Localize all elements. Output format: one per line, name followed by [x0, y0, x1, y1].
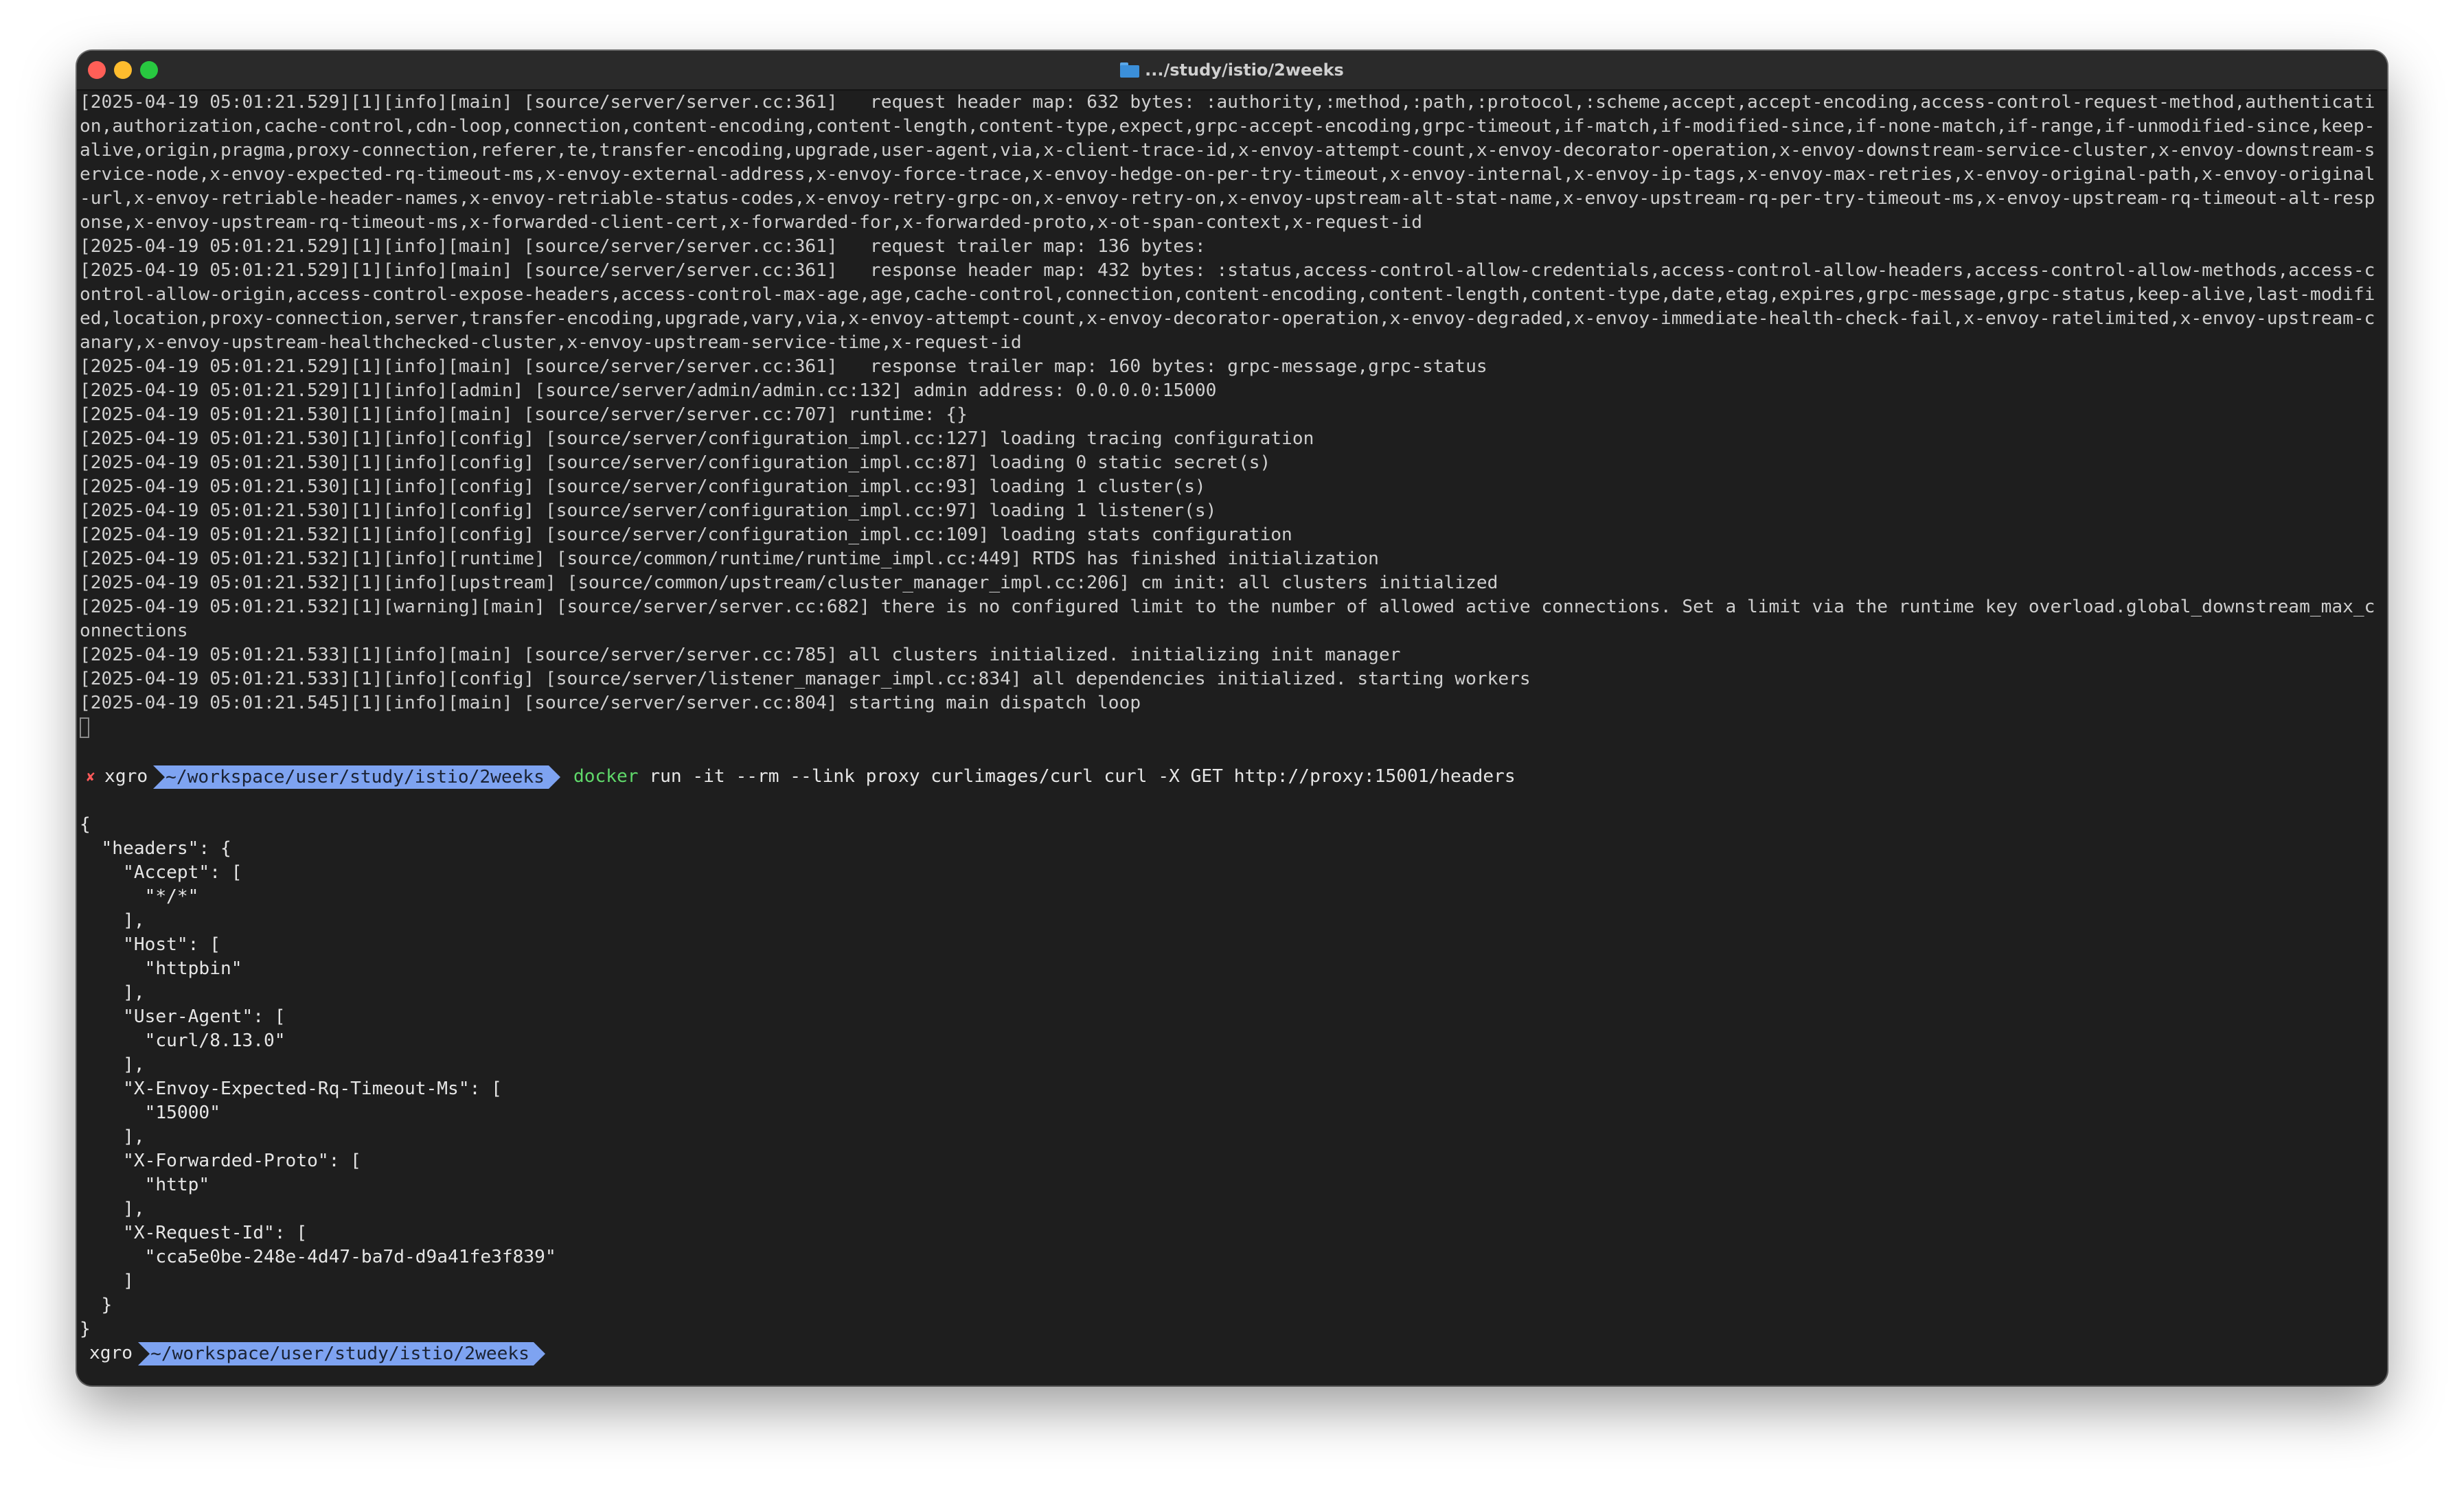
log-line: [2025-04-19 05:01:21.533][1][info][main]…	[80, 645, 1401, 665]
output-line: "User-Agent": [	[80, 1006, 286, 1027]
output-line: "cca5e0be-248e-4d47-ba7d-d9a41fe3f839"	[80, 1247, 556, 1267]
output-line: "http"	[80, 1175, 210, 1195]
log-line: [2025-04-19 05:01:21.530][1][info][confi…	[80, 428, 1314, 449]
envoy-log-output: [2025-04-19 05:01:21.529][1][info][main]…	[80, 91, 2380, 765]
prompt-path: ~/workspace/user/study/istio/2weeks	[138, 1341, 545, 1365]
output-line: "X-Envoy-Expected-Rq-Timeout-Ms": [	[80, 1079, 502, 1099]
command-prompt-current[interactable]: xgro ~/workspace/user/study/istio/2weeks	[80, 1341, 2380, 1365]
error-status-icon: ✘	[87, 768, 95, 785]
log-line: [2025-04-19 05:01:21.532][1][info][confi…	[80, 525, 1292, 545]
log-line: [2025-04-19 05:01:21.530][1][info][confi…	[80, 500, 1217, 521]
output-line: "httpbin"	[80, 958, 242, 979]
output-line: "Host": [	[80, 934, 220, 955]
output-line: "Accept": [	[80, 862, 242, 883]
terminal-cursor	[80, 717, 89, 738]
output-line: "X-Forwarded-Proto": [	[80, 1151, 361, 1171]
window-title-text: .../study/istio/2weeks	[1145, 60, 1344, 80]
output-line: ],	[80, 982, 145, 1003]
output-line: "15000"	[80, 1103, 220, 1123]
output-line: "headers": {	[80, 838, 231, 859]
output-line: }	[80, 1319, 91, 1339]
output-line: "X-Request-Id": [	[80, 1223, 308, 1243]
log-line: [2025-04-19 05:01:21.532][1][warning][ma…	[80, 597, 2375, 641]
output-line: ],	[80, 910, 145, 931]
output-line: ]	[80, 1271, 134, 1291]
output-line: }	[80, 1295, 113, 1315]
window-title: .../study/istio/2weeks	[77, 51, 2387, 89]
log-line: [2025-04-19 05:01:21.529][1][info][admin…	[80, 380, 1217, 401]
log-line: [2025-04-19 05:01:21.530][1][info][confi…	[80, 452, 1271, 473]
title-bar: .../study/istio/2weeks	[77, 51, 2387, 91]
log-line: [2025-04-19 05:01:21.529][1][info][main]…	[80, 260, 2375, 353]
log-line: [2025-04-19 05:01:21.533][1][info][confi…	[80, 669, 1531, 689]
curl-json-output: { "headers": { "Accept": [ "*/*" ], "Hos…	[80, 813, 2380, 1341]
output-line: ],	[80, 1054, 145, 1075]
log-line: [2025-04-19 05:01:21.532][1][info][upstr…	[80, 573, 1498, 593]
folder-icon	[1120, 62, 1140, 78]
prompt-user: xgro	[89, 1343, 133, 1363]
prompt-path: ~/workspace/user/study/istio/2weeks	[153, 765, 560, 789]
output-line: {	[80, 814, 91, 835]
command-arguments: run -it --rm --link proxy curlimages/cur…	[638, 766, 1516, 787]
output-line: ],	[80, 1127, 145, 1147]
command-name: docker	[573, 766, 639, 787]
log-line: [2025-04-19 05:01:21.545][1][info][main]…	[80, 693, 1141, 713]
log-line: [2025-04-19 05:01:21.529][1][info][main]…	[80, 236, 1206, 257]
log-line: [2025-04-19 05:01:21.529][1][info][main]…	[80, 356, 1487, 377]
command-prompt: ✘ xgro ~/workspace/user/study/istio/2weeks…	[80, 765, 2380, 789]
output-line: "curl/8.13.0"	[80, 1030, 286, 1051]
log-line: [2025-04-19 05:01:21.529][1][info][main]…	[80, 92, 2375, 233]
output-line: "*/*"	[80, 886, 199, 907]
prompt-user: xgro	[104, 766, 148, 787]
output-line: ],	[80, 1199, 145, 1219]
log-line: [2025-04-19 05:01:21.532][1][info][runti…	[80, 549, 1379, 569]
terminal-window: .../study/istio/2weeks [2025-04-19 05:01…	[77, 51, 2387, 1385]
log-line: [2025-04-19 05:01:21.530][1][info][main]…	[80, 404, 968, 425]
terminal-content[interactable]: [2025-04-19 05:01:21.529][1][info][main]…	[80, 91, 2380, 1385]
log-line: [2025-04-19 05:01:21.530][1][info][confi…	[80, 476, 1206, 497]
